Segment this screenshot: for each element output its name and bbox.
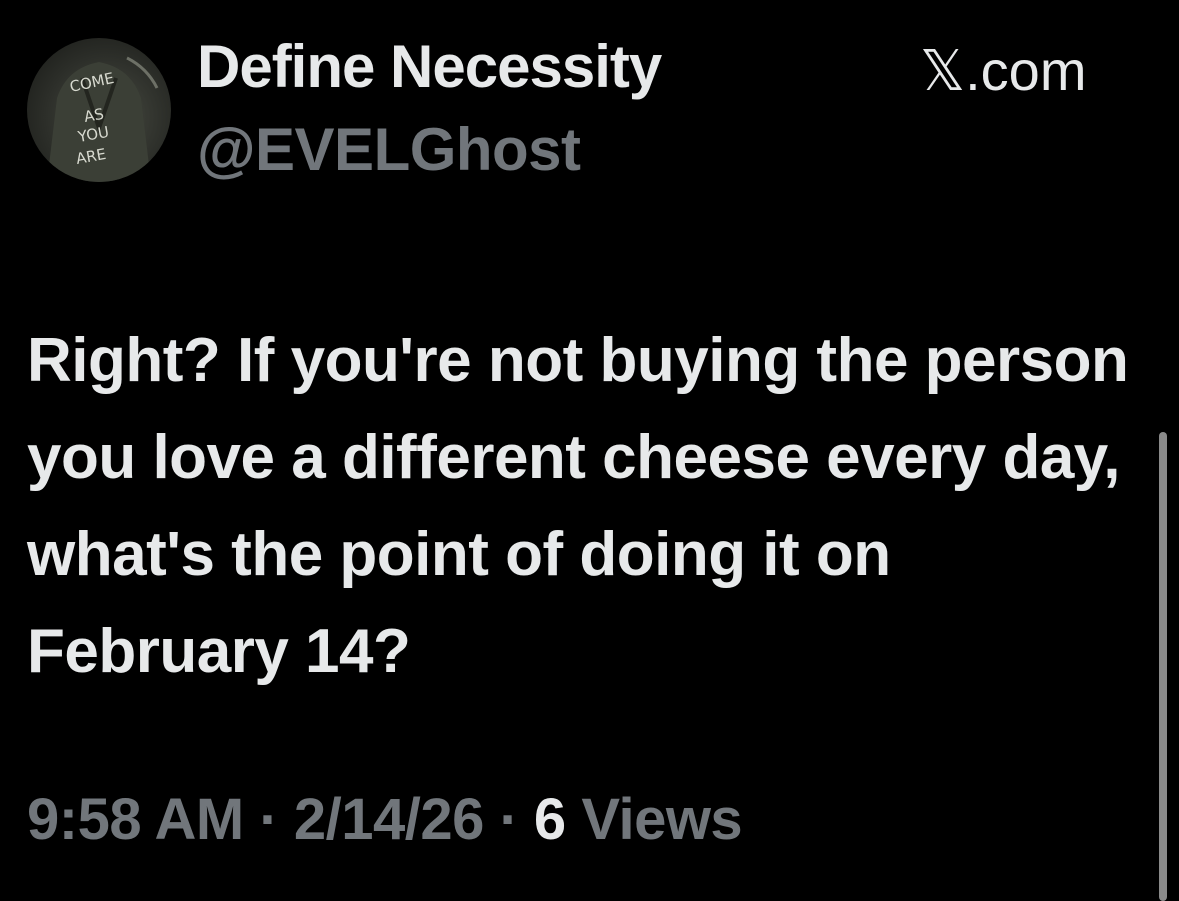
user-handle[interactable]: @EVELGhost	[197, 115, 581, 184]
meta-separator: ·	[259, 787, 279, 852]
avatar-image: COME AS YOU ARE	[47, 56, 159, 182]
site-label: 𝕏.com	[920, 39, 1087, 102]
views-count: 6	[533, 787, 566, 852]
avatar[interactable]: COME AS YOU ARE	[27, 38, 171, 182]
tweet-time: 9:58 AM	[27, 787, 244, 852]
tweet-meta: 9:58 AM · 2/14/26 · 6 Views	[27, 786, 743, 853]
tweet-text: Right? If you're not buying the person y…	[27, 326, 1129, 686]
scrollbar[interactable]	[1159, 432, 1167, 901]
views-label: Views	[581, 787, 743, 852]
display-name[interactable]: Define Necessity	[197, 32, 662, 101]
tweet-date: 2/14/26	[293, 787, 485, 852]
meta-separator: ·	[499, 787, 519, 852]
svg-text:AS: AS	[83, 105, 106, 126]
